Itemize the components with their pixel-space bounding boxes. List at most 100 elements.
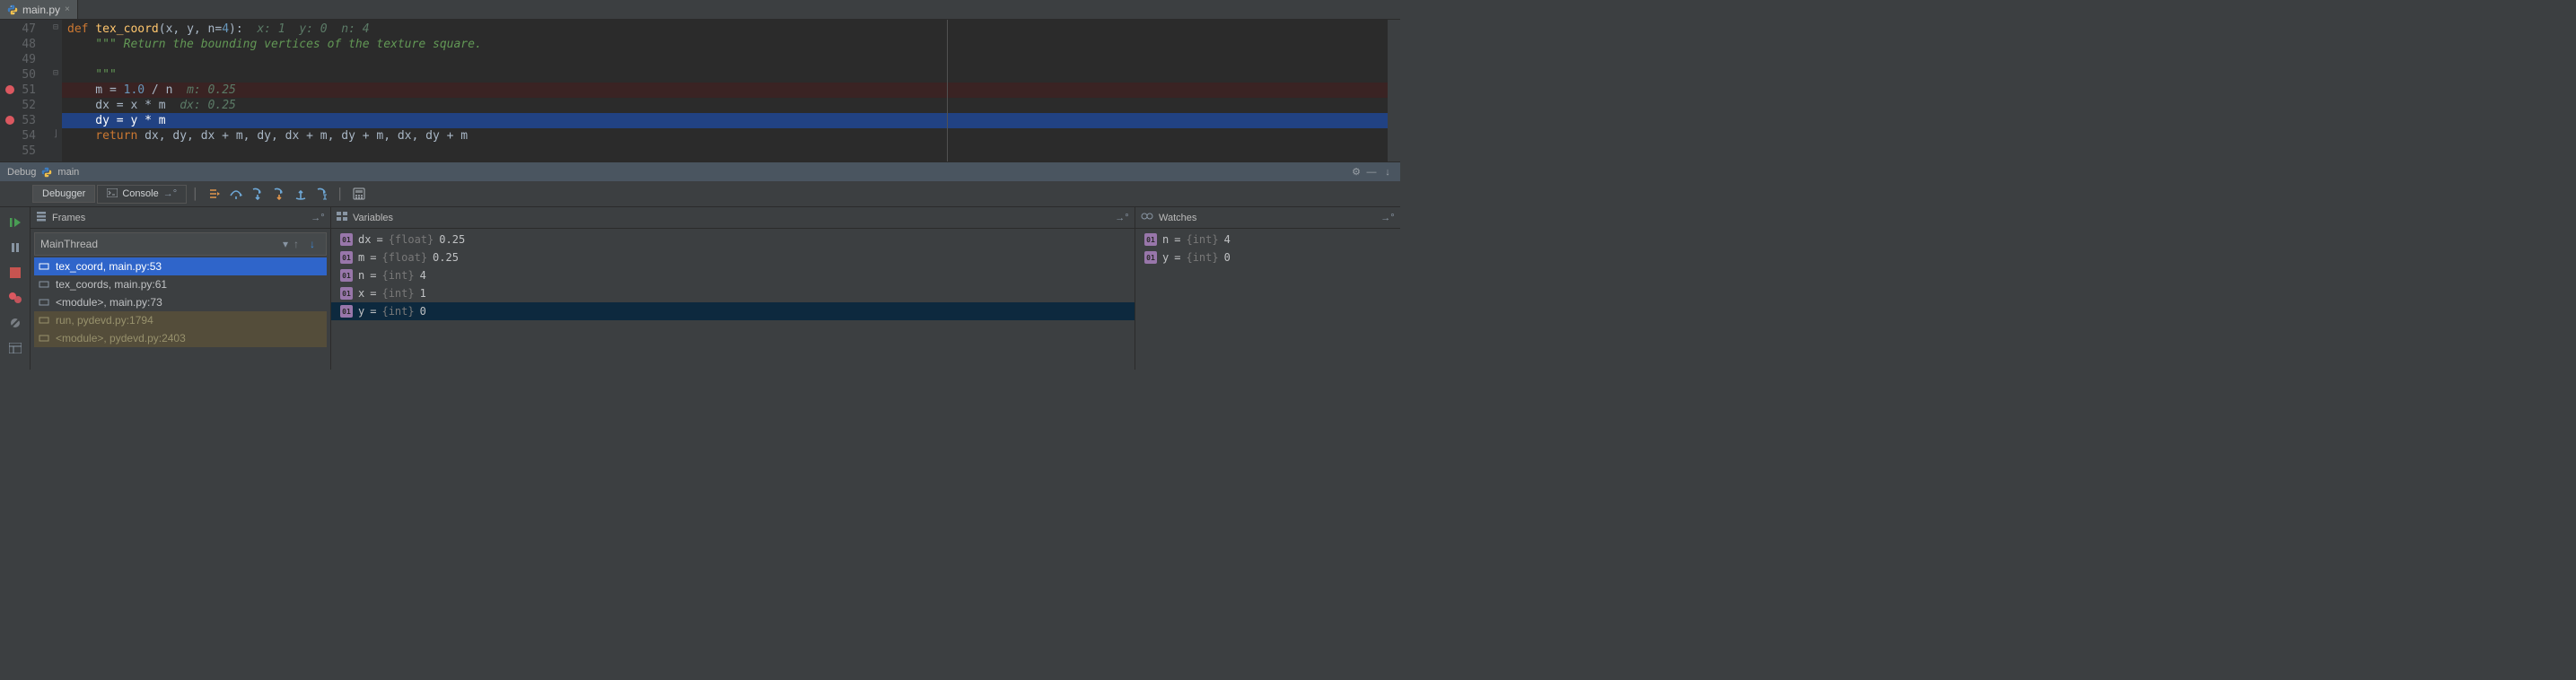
next-frame-icon[interactable]: ↓ [304, 238, 320, 250]
tab-console[interactable]: Console →° [97, 185, 187, 204]
variables-panel: Variables →° 01dx = {float} 0.25 01m = {… [331, 207, 1135, 370]
stop-button[interactable] [5, 263, 25, 283]
code-line[interactable]: dx = x * m dx: 0.25 [62, 98, 1388, 113]
value-type-icon: 01 [340, 305, 353, 318]
var-type: {int} [1186, 233, 1218, 246]
frame-item[interactable]: tex_coords, main.py:61 [34, 275, 327, 293]
line-number: 50 [22, 68, 36, 82]
var-value: 0 [1224, 251, 1231, 264]
restore-layout-icon[interactable]: →° [311, 213, 325, 223]
watch-row[interactable]: 01y = {int} 0 [1135, 248, 1400, 266]
panel-title: Watches [1159, 213, 1196, 223]
watch-list[interactable]: 01n = {int} 4 01y = {int} 0 [1135, 229, 1400, 268]
console-attach-icon: →° [163, 188, 177, 199]
debug-tool-window-header[interactable]: Debug main ⚙ — ↓ [0, 161, 1400, 181]
file-tab-main[interactable]: main.py × [0, 0, 78, 19]
code-line[interactable]: return dx, dy, dx + m, dy, dx + m, dy + … [62, 128, 1388, 144]
code-line[interactable] [62, 52, 1388, 67]
restore-layout-icon[interactable]: →° [1115, 213, 1129, 223]
run-to-cursor-icon[interactable] [312, 184, 332, 204]
debug-label: Debug [7, 167, 36, 178]
close-tab-icon[interactable]: × [65, 4, 70, 14]
code-line[interactable]: def tex_coord(x, y, n=4): x: 1 y: 0 n: 4 [62, 22, 1388, 37]
variables-panel-header[interactable]: Variables →° [331, 207, 1135, 229]
value-type-icon: 01 [1144, 233, 1157, 246]
settings-gear-icon[interactable]: ⚙ [1352, 166, 1361, 178]
separator: │ [337, 187, 345, 200]
run-config-name: main [57, 167, 79, 178]
thread-selector[interactable]: MainThread ▾ ↑ ↓ [34, 232, 327, 256]
frame-icon [38, 296, 50, 309]
debug-left-rail [0, 207, 31, 370]
var-type: {float} [381, 251, 427, 264]
var-value: 0 [420, 305, 426, 318]
debug-toolbar: Debugger Console →° │ │ [0, 181, 1400, 207]
gutter[interactable]: 47 48 49 50 51 52 53 54 55 [0, 20, 49, 161]
code-line[interactable]: """ [62, 67, 1388, 83]
breakpoint-icon[interactable] [5, 116, 14, 125]
debug-body: Frames →° MainThread ▾ ↑ ↓ tex_coord, ma… [0, 207, 1400, 370]
line-number: 54 [22, 129, 36, 143]
code-line[interactable]: m = 1.0 / n m: 0.25 [62, 83, 1388, 98]
fold-toggle-icon[interactable]: ⊟ [49, 65, 62, 81]
frame-item[interactable]: tex_coord, main.py:53 [34, 257, 327, 275]
code-line[interactable]: """ Return the bounding vertices of the … [62, 37, 1388, 52]
variable-row[interactable]: 01y = {int} 0 [331, 302, 1135, 320]
watches-glasses-icon [1141, 212, 1153, 223]
step-over-icon[interactable] [226, 184, 246, 204]
breakpoint-icon[interactable] [5, 85, 14, 94]
inline-debug-hint: x: 1 y: 0 n: 4 [257, 22, 369, 36]
separator: │ [192, 187, 199, 200]
var-type: {int} [381, 269, 414, 282]
step-out-icon[interactable] [291, 184, 311, 204]
variable-row[interactable]: 01n = {int} 4 [331, 266, 1135, 284]
frame-label: run, pydevd.py:1794 [56, 314, 153, 327]
view-breakpoints-button[interactable] [5, 288, 25, 308]
line-number: 52 [22, 99, 36, 112]
code-editor[interactable]: 47 48 49 50 51 52 53 54 55 ⊟ ⊟ ⌋ def tex… [0, 20, 1400, 161]
code-area[interactable]: def tex_coord(x, y, n=4): x: 1 y: 0 n: 4… [62, 20, 1388, 161]
variable-row[interactable]: 01x = {int} 1 [331, 284, 1135, 302]
watches-panel-header[interactable]: Watches →° [1135, 207, 1400, 229]
line-number: 47 [22, 22, 36, 36]
step-into-icon[interactable] [248, 184, 267, 204]
watch-row[interactable]: 01n = {int} 4 [1135, 231, 1400, 248]
tab-debugger[interactable]: Debugger [32, 185, 95, 203]
variable-row[interactable]: 01m = {float} 0.25 [331, 248, 1135, 266]
variable-list[interactable]: 01dx = {float} 0.25 01m = {float} 0.25 0… [331, 229, 1135, 322]
frame-item[interactable]: <module>, main.py:73 [34, 293, 327, 311]
frame-list[interactable]: tex_coord, main.py:53 tex_coords, main.p… [31, 257, 330, 347]
value-type-icon: 01 [340, 287, 353, 300]
layout-settings-button[interactable] [5, 338, 25, 358]
frames-panel-header[interactable]: Frames →° [31, 207, 330, 229]
frame-label: tex_coord, main.py:53 [56, 260, 162, 273]
value-type-icon: 01 [340, 233, 353, 246]
frames-stack-icon [36, 211, 47, 224]
frame-icon [38, 314, 50, 327]
mute-breakpoints-button[interactable] [5, 313, 25, 333]
restore-layout-icon[interactable]: →° [1380, 213, 1395, 223]
tab-label: Console [122, 188, 158, 199]
resume-button[interactable] [5, 213, 25, 232]
fold-column[interactable]: ⊟ ⊟ ⌋ [49, 20, 62, 161]
var-value: 0.25 [433, 251, 459, 264]
prev-frame-icon[interactable]: ↑ [288, 238, 304, 250]
step-into-my-code-icon[interactable] [269, 184, 289, 204]
hide-button[interactable]: ↓ [1382, 167, 1393, 178]
variable-row[interactable]: 01dx = {float} 0.25 [331, 231, 1135, 248]
pause-button[interactable] [5, 238, 25, 257]
minimize-button[interactable]: — [1366, 167, 1377, 178]
tab-label: Debugger [42, 188, 85, 199]
evaluate-expression-icon[interactable] [349, 184, 369, 204]
line-number: 49 [22, 53, 36, 66]
frame-item-library[interactable]: run, pydevd.py:1794 [34, 311, 327, 329]
show-execution-point-icon[interactable] [205, 184, 224, 204]
execution-line[interactable]: dy = y * m [62, 113, 1388, 128]
code-line[interactable] [62, 144, 1388, 159]
editor-tabs: main.py × [0, 0, 1400, 20]
frame-label: <module>, pydevd.py:2403 [56, 332, 186, 344]
editor-marks-rail[interactable] [1388, 20, 1400, 161]
frame-item-library[interactable]: <module>, pydevd.py:2403 [34, 329, 327, 347]
fold-toggle-icon[interactable]: ⊟ [49, 20, 62, 35]
frame-label: <module>, main.py:73 [56, 296, 162, 309]
